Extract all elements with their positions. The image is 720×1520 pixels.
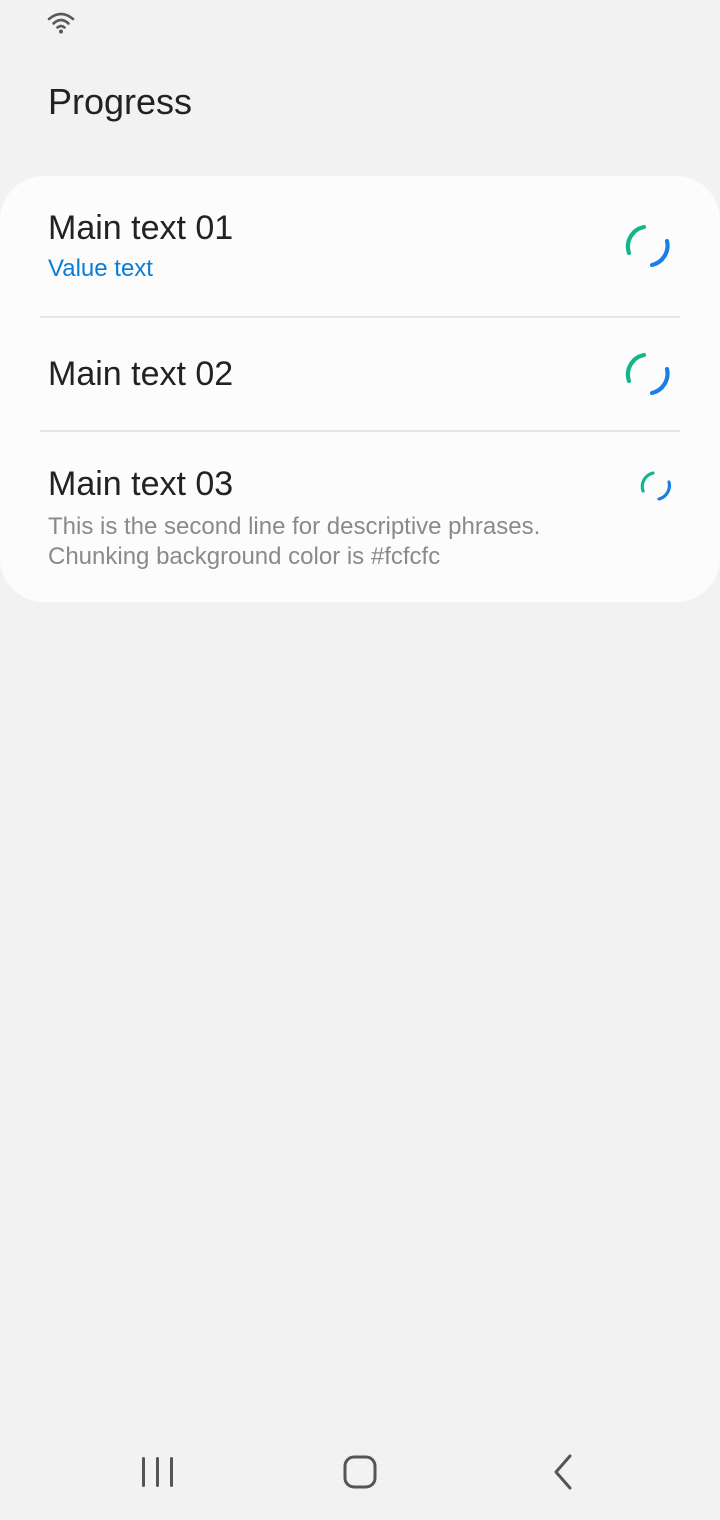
progress-spinner-small-icon [638, 468, 674, 504]
list-item-main-text-02[interactable]: Main text 02 [0, 317, 720, 431]
list-card: Main text 01 Value text Main text 02 Mai… [0, 176, 720, 602]
sub-text-line-2: Chunking background color is #fcfcfc [48, 543, 441, 570]
list-item-sub-text: This is the second line for descriptive … [48, 512, 628, 572]
sub-text-line-1: This is the second line for descriptive … [48, 513, 541, 540]
wifi-icon [46, 10, 76, 36]
status-bar [0, 0, 720, 48]
home-icon[interactable] [330, 1444, 390, 1500]
page-title: Progress [48, 81, 193, 122]
list-item-main-text: Main text 01 [48, 209, 234, 247]
list-item-main-text-03[interactable]: Main text 03 This is the second line for… [0, 432, 720, 602]
navigation-bar [0, 1424, 720, 1520]
recents-icon[interactable] [128, 1444, 188, 1500]
list-item-main-text: Main text 03 [48, 465, 234, 503]
progress-spinner-icon [622, 348, 674, 400]
back-icon[interactable] [534, 1444, 594, 1500]
list-item-value-text: Value text [48, 255, 153, 282]
progress-spinner-icon [622, 220, 674, 272]
list-item-main-text-01[interactable]: Main text 01 Value text [0, 176, 720, 316]
list-item-main-text: Main text 02 [48, 355, 234, 393]
